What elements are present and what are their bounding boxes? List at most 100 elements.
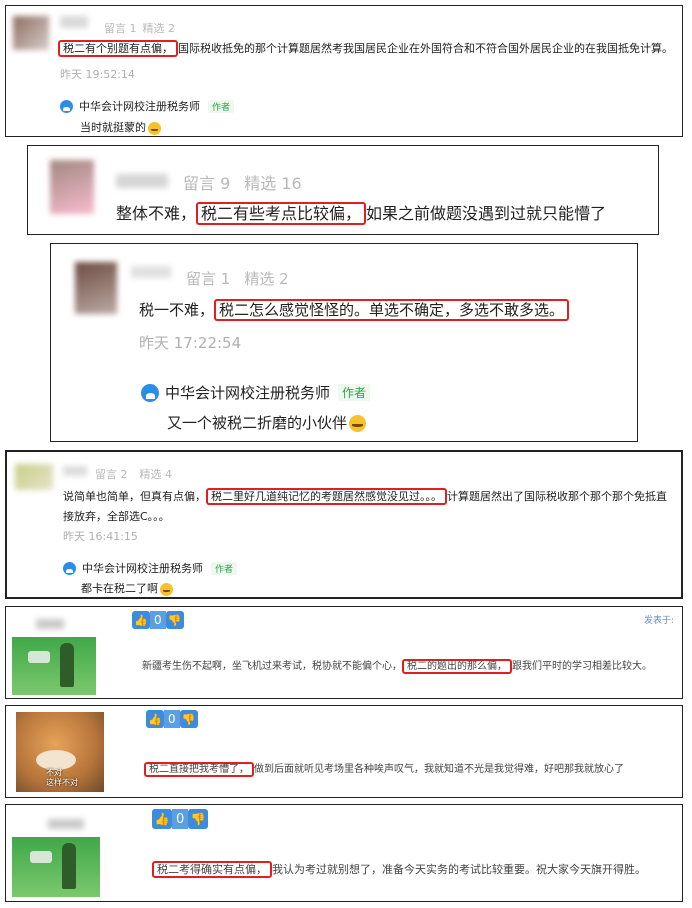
comment-card-5: 👍 0 👎 发表于: 新疆考生伤不起啊，坐飞机过来考试，税协就不能偏个心， 税二的… xyxy=(5,606,683,699)
reply-header: 中华会计网校注册税务师 作者 xyxy=(141,382,371,403)
avatar-caption-line-1: 不对 xyxy=(46,768,62,777)
highlighted-phrase: 税二考得确实有点偏， xyxy=(152,861,272,878)
like-group: 👍 0 👎 xyxy=(146,710,198,728)
message-count: 留言 1 xyxy=(186,270,231,288)
sweat-emoji-icon xyxy=(148,121,161,135)
comment-text-after: 跟我们平时的学习相差比较大。 xyxy=(512,661,652,672)
org-name[interactable]: 中华会计网校注册税务师 xyxy=(79,98,200,114)
comment-text: 税一不难， 税二怎么感觉怪怪的。单选不确定，多选不敢多选。 xyxy=(139,299,570,321)
comment-card-1: 留言 1 精选 2 税二有个别题有点偏， 国际税收抵免的那个计算题居然考我国居民企业… xyxy=(5,5,683,137)
thumbs-down-icon[interactable]: 👎 xyxy=(179,710,198,728)
username-blurred xyxy=(36,619,64,629)
avatar-figure xyxy=(60,643,74,687)
like-count: 0 xyxy=(164,710,180,728)
avatar-dog-face xyxy=(36,750,76,770)
avatar-caption: 不对 这样不对 xyxy=(46,768,78,788)
pick-count: 精选 4 xyxy=(139,468,173,481)
thumbs-up-icon[interactable]: 👍 xyxy=(152,809,172,829)
username-blurred xyxy=(131,266,171,278)
comment-text-after: 国际税收抵免的那个计算题居然考我国居民企业在外国符合和不符合国外居民企业的在我国… xyxy=(178,42,673,55)
reply-text: 当时就挺蒙的 xyxy=(80,119,161,135)
comment-text: 税二考得确实有点偏， 我认为考过就别想了，准备今天实务的考试比较重要。祝大家今天旗… xyxy=(152,861,646,878)
comment-card-3: 留言 1 精选 2 税一不难， 税二怎么感觉怪怪的。单选不确定，多选不敢多选。 昨天… xyxy=(50,243,638,442)
username-blurred xyxy=(63,466,87,476)
highlighted-phrase: 税二直接把我考懵了， xyxy=(144,762,254,777)
comment-text: 新疆考生伤不起啊，坐飞机过来考试，税协就不能偏个心， 税二的题出的那么偏， 跟我们平… xyxy=(142,657,652,674)
message-count: 留言 1 xyxy=(104,22,137,35)
comment-card-2: 留言 9 精选 16 整体不难， 税二有些考点比较偏， 如果之前做题没遇到过就只能懵了 xyxy=(27,145,659,235)
pick-count: 精选 2 xyxy=(142,22,176,35)
avatar-picture[interactable] xyxy=(12,837,100,897)
sweat-emoji-icon xyxy=(160,582,173,596)
comment-text-before: 税一不难， xyxy=(139,301,215,319)
avatar[interactable] xyxy=(15,464,53,490)
highlighted-phrase: 税二怎么感觉怪怪的。单选不确定，多选不敢多选。 xyxy=(214,299,570,321)
comment-text-before: 说简单也简单，但真有点偏， xyxy=(63,490,206,503)
like-count: 0 xyxy=(150,611,166,629)
avatar-picture[interactable]: 不对 这样不对 xyxy=(16,712,104,792)
avatar-picture[interactable] xyxy=(12,637,96,695)
highlighted-phrase: 税二里好几道纯记忆的考题居然感觉没见过。。。 xyxy=(206,488,447,505)
username-blurred xyxy=(60,16,88,28)
comment-card-6: 不对 这样不对 👍 0 👎 税二直接把我考懵了， 做到后面就听见考场里各种唉声叹气… xyxy=(5,705,683,798)
comment-text-after: 如果之前做题没遇到过就只能懵了 xyxy=(366,204,607,223)
comment-text-before: 新疆考生伤不起啊，坐飞机过来考试，税协就不能偏个心， xyxy=(142,661,402,672)
comment-stats: 留言 9 精选 16 xyxy=(183,170,308,194)
avatar-caption-line-2: 这样不对 xyxy=(46,778,78,787)
comment-text-line-2: 接放弃，全部选C。。。 xyxy=(63,510,170,523)
comment-stats: 留言 1 精选 2 xyxy=(104,20,181,36)
comment-stats: 留言 1 精选 2 xyxy=(186,268,295,289)
avatar-watering-can xyxy=(28,651,50,663)
highlighted-phrase: 税二有个别题有点偏， xyxy=(58,40,178,57)
timestamp: 昨天 16:41:15 xyxy=(63,530,138,543)
comment-text-after: 我认为考过就别想了，准备今天实务的考试比较重要。祝大家今天旗开得胜。 xyxy=(272,863,646,876)
timestamp: 昨天 19:52:14 xyxy=(60,68,135,81)
comment-text-after: 计算题居然出了国际税收那个那个那个免抵直 xyxy=(447,490,667,503)
comment-text: 税二直接把我考懵了， 做到后面就听见考场里各种唉声叹气，我就知道不光是我觉得难，好… xyxy=(144,760,624,777)
like-count: 0 xyxy=(172,809,189,829)
username-blurred xyxy=(48,819,84,829)
author-badge: 作者 xyxy=(338,384,371,401)
comment-text-after: 做到后面就听见考场里各种唉声叹气，我就知道不光是我觉得难，好吧那我就放心了 xyxy=(254,764,624,775)
like-group: 👍 0 👎 xyxy=(132,611,184,629)
like-group: 👍 0 👎 xyxy=(152,809,209,829)
thumbs-down-icon[interactable]: 👎 xyxy=(165,611,184,629)
avatar[interactable] xyxy=(75,262,117,314)
message-count: 留言 9 xyxy=(183,174,231,193)
comment-text-before: 整体不难， xyxy=(116,204,197,223)
highlighted-phrase: 税二有些考点比较偏， xyxy=(196,202,367,225)
org-name[interactable]: 中华会计网校注册税务师 xyxy=(82,560,203,576)
author-badge: 作者 xyxy=(211,561,238,575)
reply-content: 都卡在税二了啊 xyxy=(81,582,158,595)
reply-text: 又一个被税二折磨的小伙伴 xyxy=(167,412,367,433)
username-blurred xyxy=(116,174,168,188)
comment-text: 税二有个别题有点偏， 国际税收抵免的那个计算题居然考我国居民企业在外国符合和不符合… xyxy=(58,40,673,57)
highlighted-phrase: 税二的题出的那么偏， xyxy=(402,659,512,674)
org-logo-icon xyxy=(60,99,73,113)
avatar-figure xyxy=(62,843,76,889)
reply-header: 中华会计网校注册税务师 作者 xyxy=(60,98,235,114)
org-name[interactable]: 中华会计网校注册税务师 xyxy=(165,382,330,403)
comment-card-7: 👍 0 👎 税二考得确实有点偏， 我认为考过就别想了，准备今天实务的考试比较重要。… xyxy=(5,804,683,902)
thumbs-up-icon[interactable]: 👍 xyxy=(132,611,150,629)
thumbs-down-icon[interactable]: 👎 xyxy=(188,809,209,829)
timestamp: 昨天 17:22:54 xyxy=(139,334,242,352)
avatar-watering-can xyxy=(30,851,52,863)
comment-card-4: 留言 2 精选 4 说简单也简单，但真有点偏， 税二里好几道纯记忆的考题居然感觉没见… xyxy=(5,450,683,599)
author-badge: 作者 xyxy=(208,99,235,113)
message-count: 留言 2 xyxy=(95,468,128,481)
pick-count: 精选 2 xyxy=(244,270,289,288)
avatar[interactable] xyxy=(13,16,49,50)
avatar[interactable] xyxy=(50,160,94,214)
posted-at-label: 发表于: xyxy=(644,616,675,626)
thumbs-up-icon[interactable]: 👍 xyxy=(146,710,164,728)
org-logo-icon xyxy=(63,561,76,575)
pick-count: 精选 16 xyxy=(244,174,302,193)
comment-text: 说简单也简单，但真有点偏， 税二里好几道纯记忆的考题居然感觉没见过。。。 计算题居然… xyxy=(63,488,667,505)
org-logo-icon xyxy=(141,383,159,402)
comment-text: 整体不难， 税二有些考点比较偏， 如果之前做题没遇到过就只能懵了 xyxy=(116,200,607,225)
reply-content: 又一个被税二折磨的小伙伴 xyxy=(167,414,348,432)
reply-header: 中华会计网校注册税务师 作者 xyxy=(63,560,238,576)
comment-stats: 留言 2 精选 4 xyxy=(95,466,178,482)
reply-content: 当时就挺蒙的 xyxy=(80,121,146,134)
